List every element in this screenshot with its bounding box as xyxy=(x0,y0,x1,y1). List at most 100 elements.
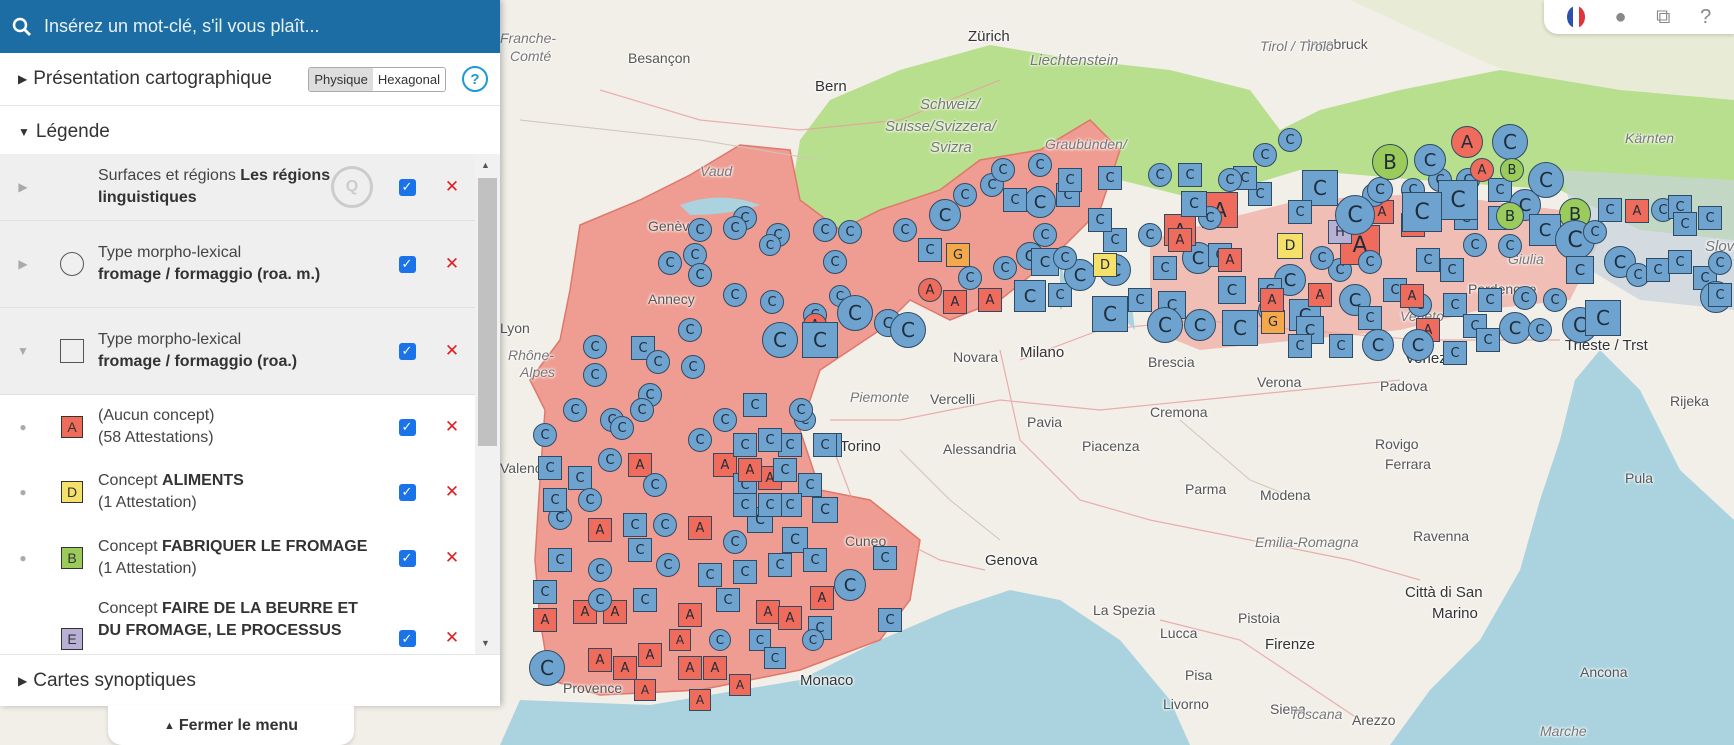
circle-marker[interactable]: C xyxy=(1708,251,1732,275)
circle-marker[interactable]: C xyxy=(583,363,607,387)
square-marker[interactable]: C xyxy=(628,538,652,562)
circle-marker[interactable]: C xyxy=(1528,318,1552,342)
circle-marker[interactable]: C xyxy=(1184,309,1216,341)
square-marker[interactable]: C xyxy=(803,548,827,572)
circle-marker[interactable]: C xyxy=(838,220,862,244)
circle-marker[interactable]: C xyxy=(1335,195,1375,235)
circle-marker[interactable]: C xyxy=(893,218,917,242)
circle-marker[interactable]: C xyxy=(1138,223,1162,247)
circle-marker[interactable]: C xyxy=(588,558,612,582)
square-marker[interactable]: C xyxy=(764,647,786,669)
square-marker[interactable]: C xyxy=(633,588,657,612)
square-marker[interactable]: C xyxy=(1088,208,1112,232)
circle-marker[interactable]: C xyxy=(1028,153,1052,177)
square-marker[interactable]: C xyxy=(1708,283,1732,307)
circle-marker[interactable]: C xyxy=(1053,246,1077,270)
user-icon[interactable]: ● xyxy=(1614,6,1626,29)
circle-marker[interactable]: C xyxy=(1148,163,1172,187)
mode-hexagonal-button[interactable]: Hexagonal xyxy=(372,67,445,91)
circle-marker[interactable]: C xyxy=(1278,128,1302,152)
circle-marker[interactable]: C xyxy=(646,350,670,374)
square-marker[interactable]: C xyxy=(1438,180,1478,220)
square-marker[interactable]: A xyxy=(689,689,711,711)
square-marker[interactable]: C xyxy=(1178,163,1202,187)
square-marker[interactable]: C xyxy=(768,553,792,577)
circle-marker[interactable]: C xyxy=(588,588,612,612)
circle-marker[interactable]: C xyxy=(578,488,602,512)
square-marker[interactable]: A xyxy=(703,656,727,680)
presentation-section[interactable]: ▶ Présentation cartographique Physique H… xyxy=(0,53,500,106)
circle-marker[interactable]: C xyxy=(1498,234,1522,258)
square-marker[interactable]: A xyxy=(1308,283,1332,307)
square-marker[interactable]: C xyxy=(1440,258,1464,282)
square-marker[interactable]: C xyxy=(1646,258,1670,282)
square-marker[interactable]: C xyxy=(1058,168,1082,192)
square-marker[interactable]: C xyxy=(733,493,757,517)
circle-marker[interactable]: C xyxy=(658,251,682,275)
help-icon[interactable]: ? xyxy=(462,66,488,92)
square-marker[interactable]: A xyxy=(678,656,702,680)
square-marker[interactable]: C xyxy=(548,548,572,572)
circle-marker[interactable]: C xyxy=(709,629,731,651)
remove-button[interactable]: ✕ xyxy=(429,417,475,437)
square-marker[interactable]: A xyxy=(634,679,656,701)
circle-marker[interactable]: C xyxy=(1414,144,1446,176)
square-marker[interactable]: A xyxy=(729,674,751,696)
expand-icon[interactable]: ▶ xyxy=(0,180,46,194)
remove-button[interactable]: ✕ xyxy=(429,177,475,197)
legend-scrollbar[interactable]: ▲ ▼ xyxy=(475,154,500,654)
square-marker[interactable]: A xyxy=(533,608,557,632)
circle-marker[interactable]: C xyxy=(993,256,1017,280)
circle-marker[interactable]: C xyxy=(1033,223,1057,247)
visibility-checkbox[interactable]: ✓ xyxy=(385,418,429,436)
synoptic-section[interactable]: ▶ Cartes synoptiques xyxy=(0,654,500,706)
square-marker[interactable]: C xyxy=(812,497,838,523)
circle-marker[interactable]: C xyxy=(529,650,565,686)
square-marker[interactable]: C xyxy=(1153,256,1177,280)
circle-marker[interactable]: C xyxy=(598,448,622,472)
square-marker[interactable]: C xyxy=(1416,248,1440,272)
square-marker[interactable]: A xyxy=(588,648,612,672)
square-marker[interactable]: C xyxy=(1222,310,1258,346)
square-marker[interactable]: C xyxy=(543,488,567,512)
circle-marker[interactable]: C xyxy=(1513,286,1537,310)
circle-marker[interactable]: C xyxy=(643,473,667,497)
square-marker[interactable]: C xyxy=(802,322,838,358)
circle-marker[interactable]: C xyxy=(1218,168,1242,192)
square-marker[interactable]: C xyxy=(918,238,942,262)
square-marker[interactable]: A xyxy=(688,516,712,540)
circle-marker[interactable]: C xyxy=(1463,233,1487,257)
square-marker[interactable]: C xyxy=(538,456,562,480)
circle-marker[interactable]: C xyxy=(762,322,798,358)
circle-marker[interactable]: C xyxy=(760,290,784,314)
circle-marker[interactable]: C xyxy=(1402,329,1434,361)
square-marker[interactable]: C xyxy=(568,466,592,490)
square-marker[interactable]: C xyxy=(813,433,837,457)
square-marker[interactable]: A xyxy=(978,288,1002,312)
visibility-checkbox[interactable]: ✓ xyxy=(385,255,429,273)
circle-marker[interactable]: C xyxy=(583,335,607,359)
circle-marker[interactable]: C xyxy=(1358,250,1382,274)
circle-marker[interactable]: C xyxy=(688,428,712,452)
square-marker[interactable]: A xyxy=(613,656,637,680)
square-marker[interactable]: C xyxy=(1566,256,1594,284)
french-flag-icon[interactable] xyxy=(1566,6,1585,28)
square-marker[interactable]: C xyxy=(716,588,740,612)
visibility-checkbox[interactable]: ✓ xyxy=(385,178,429,196)
scroll-thumb[interactable] xyxy=(478,178,497,446)
square-marker[interactable]: C xyxy=(1181,191,1207,217)
square-marker[interactable]: C xyxy=(733,433,757,457)
square-marker[interactable]: C xyxy=(1476,328,1500,352)
circle-marker[interactable]: B xyxy=(1500,158,1524,182)
square-marker[interactable]: A xyxy=(669,629,691,651)
circle-marker[interactable]: C xyxy=(1310,246,1334,270)
circle-marker[interactable]: C xyxy=(759,234,781,256)
square-marker[interactable]: A xyxy=(810,586,834,610)
square-marker[interactable]: C xyxy=(1585,300,1621,336)
remove-button[interactable]: ✕ xyxy=(429,341,475,361)
square-marker[interactable]: C xyxy=(1598,198,1622,222)
square-marker[interactable]: C xyxy=(1402,192,1442,232)
circle-marker[interactable]: C xyxy=(890,312,926,348)
circle-marker[interactable]: C xyxy=(834,569,866,601)
square-marker[interactable]: A xyxy=(588,518,612,542)
